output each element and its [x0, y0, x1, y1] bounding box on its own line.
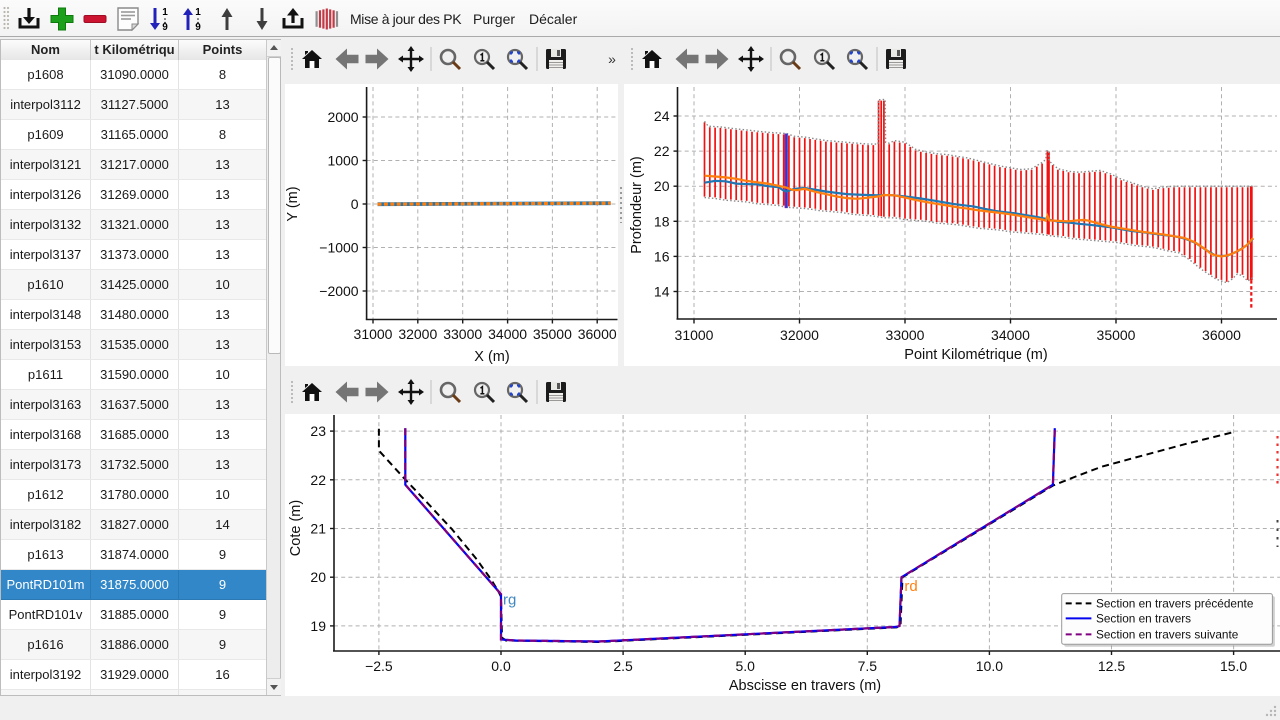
- svg-text:Profondeur (m): Profondeur (m): [629, 156, 645, 254]
- svg-text:36000: 36000: [1202, 327, 1241, 343]
- svg-text:12.5: 12.5: [1098, 658, 1125, 674]
- svg-text:Section en travers: Section en travers: [1096, 611, 1191, 625]
- svg-text:36000: 36000: [578, 326, 617, 342]
- svg-text:31000: 31000: [675, 327, 714, 343]
- svg-text:35000: 35000: [1097, 327, 1136, 343]
- svg-text:22: 22: [654, 143, 670, 159]
- svg-text:2.5: 2.5: [613, 658, 633, 674]
- svg-text:5.0: 5.0: [735, 658, 755, 674]
- svg-text:0.0: 0.0: [491, 658, 511, 674]
- svg-text:X (m): X (m): [474, 349, 509, 365]
- svg-text:9: 9: [195, 22, 201, 33]
- svg-text:−2.5: −2.5: [365, 658, 393, 674]
- svg-text:0: 0: [351, 196, 359, 212]
- svg-text:34000: 34000: [991, 327, 1030, 343]
- svg-text:Section en travers suivante: Section en travers suivante: [1096, 627, 1239, 641]
- svg-text:Cote (m): Cote (m): [288, 500, 304, 556]
- svg-text:1: 1: [195, 7, 201, 18]
- svg-text:»: »: [608, 51, 616, 67]
- svg-text:20: 20: [310, 569, 326, 585]
- svg-text:19: 19: [310, 618, 326, 634]
- svg-text:Point Kilométrique (m): Point Kilométrique (m): [904, 347, 1047, 363]
- svg-text:14: 14: [654, 284, 670, 300]
- svg-text:35000: 35000: [533, 326, 572, 342]
- svg-text:33000: 33000: [886, 327, 925, 343]
- svg-text:24: 24: [654, 108, 670, 124]
- svg-text:1: 1: [162, 7, 168, 18]
- svg-text:22: 22: [310, 472, 326, 488]
- svg-text:18: 18: [654, 213, 670, 229]
- svg-text:10.0: 10.0: [976, 658, 1003, 674]
- svg-text:32000: 32000: [780, 327, 819, 343]
- svg-text:1000: 1000: [327, 153, 358, 169]
- svg-text:Section en travers précédente: Section en travers précédente: [1096, 596, 1254, 610]
- svg-text:31000: 31000: [354, 326, 393, 342]
- svg-text:15.0: 15.0: [1220, 658, 1247, 674]
- svg-text:33000: 33000: [443, 326, 482, 342]
- svg-text:−1000: −1000: [319, 240, 359, 256]
- svg-text:2000: 2000: [327, 109, 358, 125]
- svg-text:20: 20: [654, 178, 670, 194]
- svg-text:−2000: −2000: [319, 283, 359, 299]
- svg-text:7.5: 7.5: [858, 658, 878, 674]
- svg-text:rg: rg: [503, 592, 516, 609]
- svg-text:34000: 34000: [488, 326, 527, 342]
- svg-text:rd: rd: [904, 578, 917, 595]
- svg-text:9: 9: [162, 22, 168, 33]
- svg-text:32000: 32000: [398, 326, 437, 342]
- svg-text:Abscisse en travers (m): Abscisse en travers (m): [729, 678, 881, 694]
- svg-text:Y (m): Y (m): [285, 186, 301, 221]
- svg-text:23: 23: [310, 423, 326, 439]
- svg-text:21: 21: [310, 521, 326, 537]
- svg-text:16: 16: [654, 248, 670, 264]
